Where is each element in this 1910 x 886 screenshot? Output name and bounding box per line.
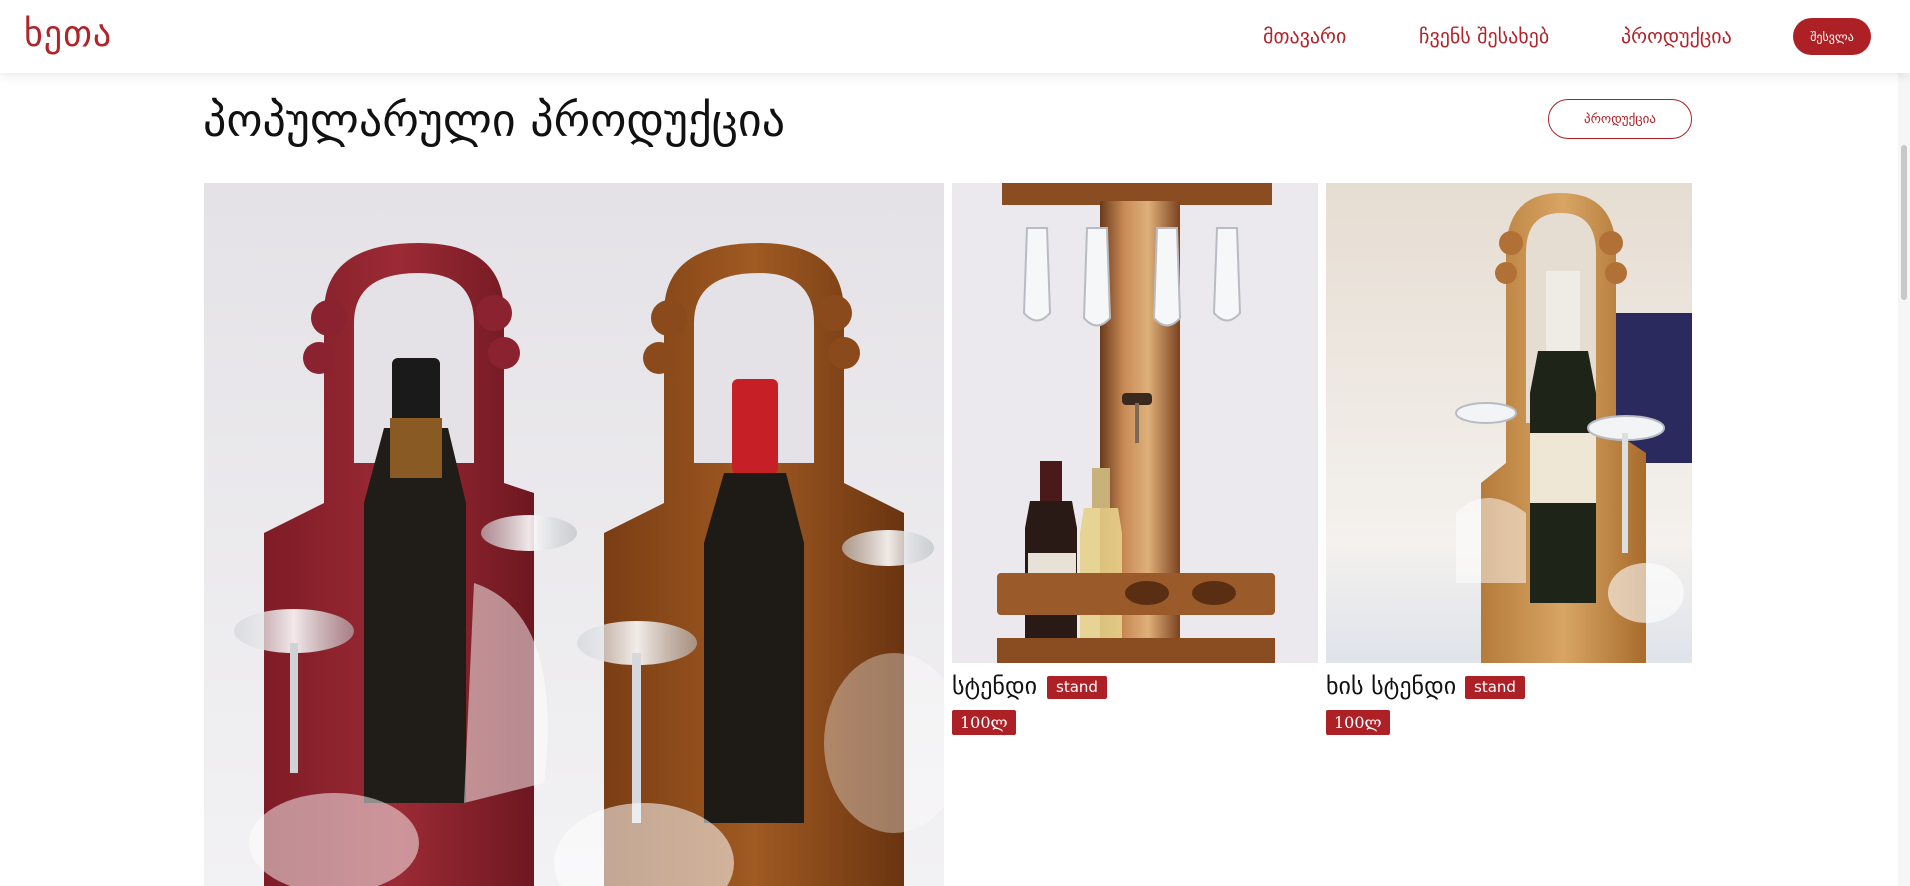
nav-link-home[interactable]: მთავარი: [1263, 24, 1346, 48]
product-price: 100ლ: [1326, 710, 1390, 735]
product-image-wooden-stand[interactable]: [1326, 183, 1692, 663]
product-category-badge: stand: [1047, 676, 1107, 699]
all-products-button[interactable]: პროდუქცია: [1548, 99, 1692, 139]
nav-link-about[interactable]: ჩვენს შესახებ: [1419, 24, 1549, 48]
product-price: 100ლ: [952, 710, 1016, 735]
product-title[interactable]: სტენდი: [952, 672, 1037, 700]
section-title: პოპულარული პროდუქცია: [203, 93, 786, 147]
scrollbar-thumb[interactable]: [1901, 145, 1907, 300]
nav-link-products[interactable]: პროდუქცია: [1621, 24, 1732, 48]
featured-product-image[interactable]: [204, 183, 944, 886]
site-header: ხეთა მთავარი ჩვენს შესახებ პროდუქცია შეს…: [0, 0, 1910, 73]
site-logo[interactable]: ხეთა: [24, 14, 112, 55]
product-title[interactable]: ხის სტენდი: [1326, 672, 1456, 700]
product-image-stand[interactable]: [952, 183, 1318, 663]
product-category-badge: stand: [1465, 676, 1525, 699]
login-button[interactable]: შესვლა: [1793, 18, 1871, 55]
page-scrollbar[interactable]: [1898, 0, 1910, 886]
